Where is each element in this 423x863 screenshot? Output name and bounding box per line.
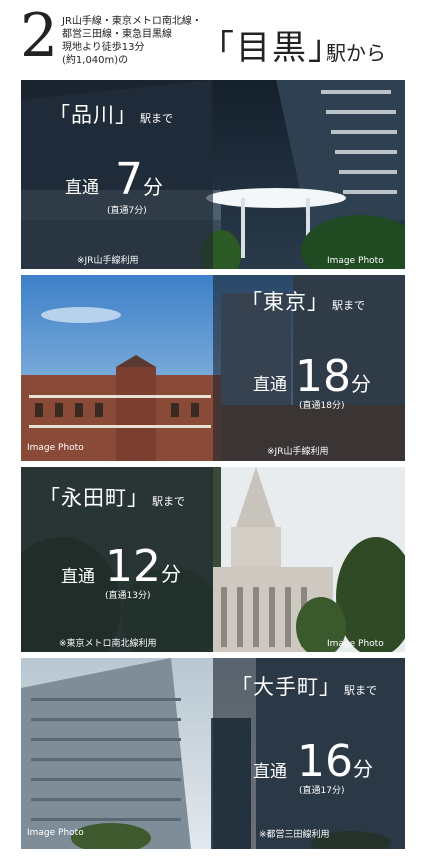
route-panel-tokyo: 「東京」 駅まで 直通 18分 (直通18分) Image Photo ※JR山手… bbox=[21, 275, 405, 461]
route-panel-otemachi: 「大手町」 駅まで 直通 16分 (直通17分) Image Photo ※都営三… bbox=[21, 658, 405, 849]
desc-line-4: (約1,040m)の bbox=[62, 55, 129, 66]
desc-line-1: JR山手線・東京メトロ南北線・ bbox=[62, 16, 202, 27]
route-note: ※JR山手線利用 bbox=[267, 447, 329, 457]
image-photo-caption: Image Photo bbox=[27, 828, 84, 838]
image-photo-caption: Image Photo bbox=[27, 443, 84, 453]
image-photo-caption: Image Photo bbox=[327, 639, 384, 649]
direct-label: 直通 bbox=[65, 178, 99, 198]
origin-station: 「目黒」 bbox=[200, 28, 344, 68]
destination-station: 「東京」 駅まで bbox=[241, 290, 365, 314]
origin-suffix: 駅から bbox=[326, 41, 386, 65]
header: 2 JR山手線・東京メトロ南北線・ 都営三田線・東急目黒線 現地より徒歩13分 … bbox=[0, 0, 423, 80]
direct-label: 直通 bbox=[61, 567, 95, 587]
destination-station: 「品川」 駅まで bbox=[49, 103, 173, 127]
route-note: ※東京メトロ南北線利用 bbox=[59, 639, 157, 649]
route-panel-shinagawa: 「品川」 駅まで 直通 7分 (直通7分) ※JR山手線利用 Image Phot… bbox=[21, 80, 405, 269]
direct-sub: (直通18分) bbox=[299, 401, 345, 411]
section-number: 2 bbox=[20, 1, 59, 71]
travel-minutes: 16分 bbox=[297, 736, 373, 787]
image-photo-caption: Image Photo bbox=[327, 256, 384, 266]
direct-sub: (直通17分) bbox=[299, 786, 345, 796]
direct-sub: (直通7分) bbox=[107, 206, 147, 216]
travel-minutes: 18分 bbox=[295, 351, 371, 402]
desc-line-3: 現地より徒歩13分 bbox=[62, 42, 145, 53]
direct-label: 直通 bbox=[253, 375, 287, 395]
header-description: JR山手線・東京メトロ南北線・ 都営三田線・東急目黒線 現地より徒歩13分 (約… bbox=[62, 15, 202, 67]
direct-label: 直通 bbox=[253, 762, 287, 782]
travel-minutes: 7分 bbox=[115, 154, 163, 205]
desc-line-2: 都営三田線・東急目黒線 bbox=[62, 29, 172, 40]
destination-station: 「永田町」 駅まで bbox=[39, 486, 185, 510]
route-note: ※JR山手線利用 bbox=[77, 256, 139, 266]
route-panel-nagatacho: 「永田町」 駅まで 直通 12分 (直通13分) ※東京メトロ南北線利用 Imag… bbox=[21, 467, 405, 652]
direct-sub: (直通13分) bbox=[105, 591, 151, 601]
travel-minutes: 12分 bbox=[105, 541, 181, 592]
route-note: ※都営三田線利用 bbox=[259, 830, 330, 840]
destination-station: 「大手町」 駅まで bbox=[231, 675, 377, 699]
